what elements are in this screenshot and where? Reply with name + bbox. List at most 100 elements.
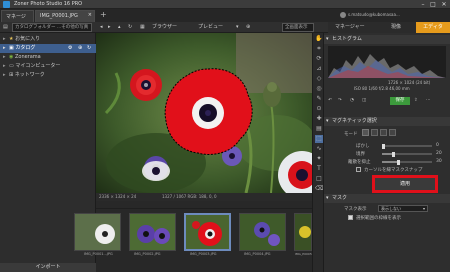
mode-editor-button[interactable]: エディター [416, 22, 450, 41]
thumbnail-image [75, 214, 120, 250]
noise-slider[interactable] [382, 159, 432, 165]
tab-manager[interactable]: マネージャー [1, 10, 34, 27]
account-email[interactable]: s.matsudo@kubomasaa... [348, 12, 400, 17]
thumbnail[interactable] [294, 213, 312, 251]
catalog-add-icon[interactable]: ⊕ [78, 44, 82, 53]
histogram-header[interactable]: ▾ ヒストグラム [324, 35, 450, 44]
add-tab-button[interactable]: + [100, 10, 107, 19]
browser-view-button[interactable]: ブラウザー [152, 23, 177, 32]
magnetic-selection-header[interactable]: ▾ マグネティック選択 [324, 117, 450, 126]
eraser-tool-icon[interactable]: ⌫ [315, 185, 323, 193]
zoom-select[interactable]: 全画面表示 [282, 23, 314, 32]
magnetic-title: マグネティック選択 [332, 118, 377, 124]
maximize-button[interactable]: □ [428, 1, 438, 8]
straighten-tool-icon[interactable]: ⊿ [315, 65, 323, 73]
outline-label: 選択範囲の枠線を表示 [356, 216, 401, 221]
feather-slider[interactable] [382, 143, 432, 149]
right-panel: ▾ ヒストグラム 1726 × 1024 (24 bit) ISO 80 1/6… [324, 33, 450, 272]
compare-icon[interactable]: ◫ [362, 98, 366, 103]
tab-image[interactable]: IMG_P0001.JPG × [35, 10, 95, 22]
expand-arrow-icon[interactable]: ▸ [3, 53, 6, 62]
nav-item-catalog[interactable]: ▸ ▣ カタログ ⚙ ⊕ ↻ [0, 44, 96, 53]
zoom-icon[interactable]: ⊕ [246, 23, 250, 32]
expand-arrow-icon[interactable]: ▸ [3, 71, 6, 80]
perspective-tool-icon[interactable]: ◇ [315, 75, 323, 83]
close-window-button[interactable]: ✕ [439, 1, 449, 8]
redo-icon[interactable]: ↷ [338, 98, 342, 103]
hand-tool-icon[interactable]: ✋ [315, 35, 323, 43]
snap-label: カーソルを縁マスクスナップ [364, 168, 423, 173]
mask-display-label: マスク表示 [344, 207, 367, 212]
path-input[interactable]: カタログフォルダー ...その他の写真 [12, 23, 92, 32]
snap-checkbox[interactable] [356, 167, 361, 172]
mask-header[interactable]: ▾ マスク [324, 194, 450, 203]
clone-tool-icon[interactable]: ⊙ [315, 105, 323, 113]
forward-icon[interactable]: ▸ [108, 23, 111, 32]
gradient-tool-icon[interactable]: ▤ [315, 125, 323, 133]
mask-title: マスク [332, 195, 348, 201]
selection-tool-icon[interactable]: ⬚ [315, 135, 323, 143]
undo-icon[interactable]: ↶ [328, 98, 332, 103]
nav-item-label: カタログ [15, 45, 36, 51]
import-button[interactable]: インポート [0, 263, 96, 272]
filter-icon[interactable]: ▾ [236, 23, 239, 32]
shape-tool-icon[interactable]: □ [315, 175, 323, 183]
minimize-button[interactable]: – [418, 1, 428, 8]
thumbnail[interactable] [74, 213, 121, 251]
apply-label: 適用 [399, 181, 410, 187]
nav-item-zonerama[interactable]: ▸ ◉ Zonerama [0, 53, 96, 62]
outline-checkbox[interactable] [348, 215, 353, 220]
expand-arrow-icon[interactable]: ▸ [3, 35, 6, 44]
back-icon[interactable]: ◂ [100, 23, 103, 32]
image-dimensions: 2336 × 1324 × 24 [99, 194, 137, 199]
thumbnail[interactable] [239, 213, 286, 251]
thumbnail-selected[interactable] [184, 213, 231, 251]
brush-tool-icon[interactable]: ✎ [315, 95, 323, 103]
nav-item-favorites[interactable]: ▸ ★ お気に入り [0, 35, 96, 44]
exif-info: ISO 80 1/60 f/2.8 46,00 mm [354, 86, 410, 91]
apply-button[interactable]: 適用 [372, 175, 438, 193]
mode-subtract-icon[interactable] [380, 129, 387, 136]
text-tool-icon[interactable]: T [315, 165, 323, 173]
nav-item-network[interactable]: ▸ ⊞ ネットワーク [0, 71, 96, 80]
rotate-tool-icon[interactable]: ⟳ [315, 55, 323, 63]
chevron-down-icon: ▾ [422, 206, 425, 211]
mode-intersect-icon[interactable] [389, 129, 396, 136]
nav-item-label: Zonerama [14, 54, 41, 60]
mode-add-icon[interactable] [371, 129, 378, 136]
thumbnail[interactable] [129, 213, 176, 251]
mode-new-icon[interactable] [362, 129, 369, 136]
history-icon[interactable]: ◔ [350, 98, 354, 103]
mode-develop-button[interactable]: 現像 [386, 22, 406, 33]
mode-manager-button[interactable]: マネージャー [330, 22, 370, 33]
feather-value: 0 [436, 143, 439, 148]
edge-value: 20 [436, 151, 442, 156]
catalog-sync-icon[interactable]: ↻ [87, 44, 91, 53]
thumbnail-label: IMG_P0003.JPG [190, 252, 217, 256]
flower-photo [96, 33, 312, 193]
nav-item-my-computer[interactable]: ▸ ▭ マイコンピューター [0, 62, 96, 71]
share-icon[interactable]: ⋯ [426, 98, 431, 103]
tab-close-icon[interactable]: × [88, 12, 92, 18]
thumbnail-label: IMG_P0001...JPG [84, 252, 113, 256]
mask-display-select[interactable]: 表示しない ▾ [378, 205, 428, 212]
grid-icon[interactable]: ▦ [140, 23, 145, 32]
catalog-settings-icon[interactable]: ⚙ [68, 44, 72, 53]
image-preview[interactable] [96, 33, 312, 193]
up-icon[interactable]: ▴ [118, 23, 121, 32]
healing-tool-icon[interactable]: ✚ [315, 115, 323, 123]
preview-view-button[interactable]: プレビュー [198, 23, 223, 32]
crop-tool-icon[interactable]: ⌗ [315, 45, 323, 53]
export-icon[interactable]: ⇪ [414, 98, 418, 103]
refresh-icon[interactable]: ↻ [128, 23, 132, 32]
edge-slider[interactable] [382, 151, 432, 157]
folder-icon[interactable]: ▤ [3, 23, 8, 32]
expand-arrow-icon[interactable]: ▸ [3, 44, 6, 53]
save-button[interactable]: 保存 [390, 97, 410, 105]
thumbnail-image [240, 214, 285, 250]
app-title: Zoner Photo Studio 16 PRO [14, 1, 83, 7]
lasso-tool-icon[interactable]: ∿ [315, 145, 323, 153]
redeye-tool-icon[interactable]: ◎ [315, 85, 323, 93]
magic-wand-tool-icon[interactable]: ✦ [315, 155, 323, 163]
expand-arrow-icon[interactable]: ▸ [3, 62, 6, 71]
